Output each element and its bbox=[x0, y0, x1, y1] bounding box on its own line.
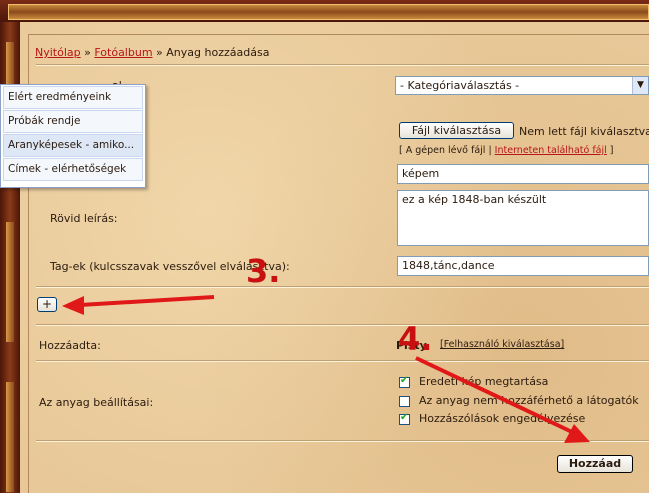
arrow-4-icon bbox=[415, 356, 590, 443]
arrow-3-icon bbox=[62, 295, 215, 315]
annotation-arrows bbox=[62, 295, 590, 443]
